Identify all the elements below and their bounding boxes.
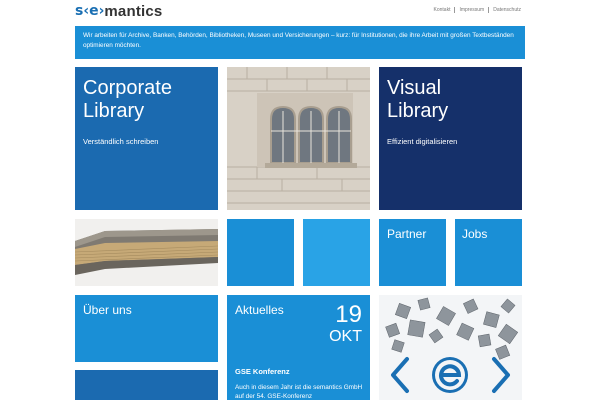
partner-title: Partner [387,227,427,241]
tile-partner[interactable]: Partner [379,219,446,286]
corporate-library-title: Corporate Library [83,77,172,123]
link-kontakt[interactable]: Kontakt [430,7,455,13]
tile-news[interactable]: Aktuelles 19 OKT GSE Konferenz Auch in d… [227,295,370,400]
tile-jobs[interactable]: Jobs [455,219,522,286]
visual-title-line1: Visual [387,77,442,99]
cubes-illustration [379,295,522,400]
semantics-cubes-image [379,295,522,400]
logo-text: mantics [104,2,163,20]
tile-blank-1[interactable] [227,219,294,286]
news-date-day: 19 [335,301,362,328]
tile-about-us[interactable]: Über uns [75,295,218,362]
visual-library-title: Visual Library [387,77,448,123]
tile-bottom-left[interactable] [75,370,218,400]
corporate-title-line2: Library [83,100,145,122]
semantics-logo[interactable]: s‹e› mantics [75,2,162,20]
building-window-illustration [227,67,370,210]
news-title: Aktuelles [235,303,284,317]
about-us-title: Über uns [83,303,132,317]
corporate-title-line1: Corporate [83,77,172,99]
book-illustration [75,219,218,286]
news-body: Auch in diesem Jahr ist die semantics Gm… [235,384,363,400]
link-datenschutz[interactable]: Datenschutz [488,7,525,13]
link-impressum[interactable]: Impressum [454,7,488,13]
news-headline[interactable]: GSE Konferenz [235,367,290,376]
jobs-title: Jobs [462,227,488,241]
tile-blank-2[interactable] [303,219,370,286]
logo-mark: s‹e› [75,3,105,19]
news-date-month: OKT [329,328,362,345]
tile-corporate-library[interactable]: Corporate Library Verständlich schreiben [75,67,218,210]
old-book-image [75,219,218,286]
intro-banner: Wir arbeiten für Archive, Banken, Behörd… [75,26,525,59]
site-header: s‹e› mantics Kontakt Impressum Datenschu… [0,0,600,24]
visual-library-subtitle: Effizient digitalisieren [387,137,458,146]
building-window-image [227,67,370,210]
visual-title-line2: Library [387,100,449,122]
tile-visual-library[interactable]: Visual Library Effizient digitalisieren [379,67,522,210]
corporate-library-subtitle: Verständlich schreiben [83,137,159,146]
top-links: Kontakt Impressum Datenschutz [430,7,526,13]
intro-text: Wir arbeiten für Archive, Banken, Behörd… [83,32,514,49]
